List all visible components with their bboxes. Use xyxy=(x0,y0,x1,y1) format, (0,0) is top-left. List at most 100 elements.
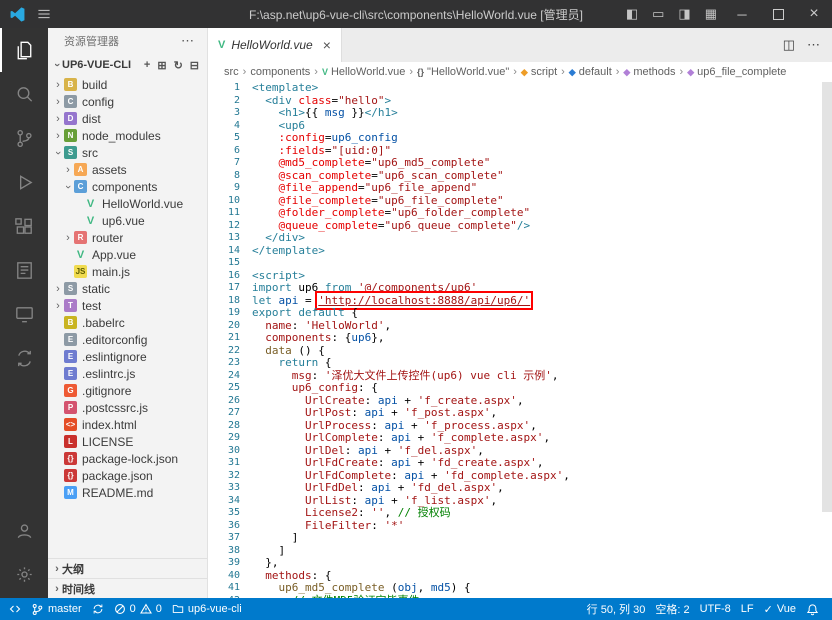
code-token: '' xyxy=(371,506,384,519)
tree-item-assets[interactable]: ›Aassets xyxy=(48,161,207,178)
tree-item-readme.md[interactable]: MREADME.md xyxy=(48,484,207,501)
tree-item-label: package.json xyxy=(82,469,153,483)
tree-item-test[interactable]: ›Ttest xyxy=(48,297,207,314)
tree-item-node_modules[interactable]: ›Nnode_modules xyxy=(48,127,207,144)
breadcrumb-item[interactable]: VHelloWorld.vue xyxy=(322,66,405,78)
tree-item-.eslintignore[interactable]: E.eslintignore xyxy=(48,348,207,365)
js-file-icon: JS xyxy=(74,265,87,278)
more-actions-icon[interactable]: ⋯ xyxy=(181,33,195,49)
git-branch-status[interactable]: master xyxy=(26,598,87,620)
outline-section[interactable]: › 大纲 xyxy=(48,558,207,578)
split-editor-icon[interactable]: ◫ xyxy=(783,37,795,53)
cursor-position[interactable]: 行 50, 列 30 xyxy=(582,598,651,620)
close-button[interactable]: × xyxy=(796,0,832,28)
tree-item-index.html[interactable]: <>index.html xyxy=(48,416,207,433)
tree-item-src[interactable]: ›Ssrc xyxy=(48,144,207,161)
tree-item-package-lock.json[interactable]: {}package-lock.json xyxy=(48,450,207,467)
tree-item-dist[interactable]: ›Ddist xyxy=(48,110,207,127)
code-token xyxy=(252,519,305,532)
error-count: 0 xyxy=(130,603,136,615)
sidebar-item-run-debug[interactable] xyxy=(0,160,48,204)
tab-helloworld-vue[interactable]: V HelloWorld.vue × xyxy=(208,28,342,62)
toggle-panel-icon[interactable]: ▭ xyxy=(645,0,671,28)
code-token: 'HelloWorld' xyxy=(305,319,384,332)
menu-icon[interactable] xyxy=(36,6,52,22)
new-file-icon[interactable]: + xyxy=(144,59,150,72)
tree-item-label: build xyxy=(82,78,107,92)
timeline-section[interactable]: › 时间线 xyxy=(48,578,207,598)
code-token: api xyxy=(378,394,398,407)
notifications-button[interactable] xyxy=(801,598,824,620)
code-token: msg xyxy=(325,106,345,119)
breadcrumb-item[interactable]: src xyxy=(224,66,239,78)
minimize-button[interactable]: ─ xyxy=(724,0,760,28)
vue-file-icon: V xyxy=(84,197,97,210)
customize-layout-icon[interactable]: ▦ xyxy=(698,0,724,28)
tree-item-.postcssrc.js[interactable]: P.postcssrc.js xyxy=(48,399,207,416)
account-button[interactable] xyxy=(0,508,48,552)
breadcrumb-item[interactable]: ◆script xyxy=(521,66,557,78)
sync-status[interactable] xyxy=(87,598,109,620)
language-mode[interactable]: ✓ Vue xyxy=(759,598,801,620)
code-text: </div> xyxy=(252,232,832,245)
maximize-button[interactable] xyxy=(760,0,796,28)
tree-item-.eslintrc.js[interactable]: E.eslintrc.js xyxy=(48,365,207,382)
code-token: <div xyxy=(265,94,298,107)
code-line-38[interactable]: 38 ] xyxy=(208,545,832,558)
breadcrumb-item[interactable]: ◆default xyxy=(569,66,612,78)
sidebar-item-sync[interactable] xyxy=(0,336,48,380)
sidebar-item-extensions[interactable] xyxy=(0,204,48,248)
editor-scrollbar[interactable] xyxy=(822,82,832,512)
sidebar-item-references[interactable] xyxy=(0,248,48,292)
line-number: 29 xyxy=(208,432,252,445)
tree-item-config[interactable]: ›Cconfig xyxy=(48,93,207,110)
editor-more-actions-icon[interactable]: ⋯ xyxy=(807,37,820,53)
sidebar-item-remote-explorer[interactable] xyxy=(0,292,48,336)
eol-status[interactable]: LF xyxy=(736,598,759,620)
settings-button[interactable] xyxy=(0,552,48,596)
breadcrumb-item[interactable]: components xyxy=(250,66,310,78)
tree-item-.gitignore[interactable]: G.gitignore xyxy=(48,382,207,399)
code-line-37[interactable]: 37 ] xyxy=(208,532,832,545)
project-name: up6-vue-cli xyxy=(188,603,242,615)
encoding-status[interactable]: UTF-8 xyxy=(695,598,736,620)
tree-item-build[interactable]: ›Bbuild xyxy=(48,76,207,93)
toggle-secondary-sidebar-icon[interactable]: ◨ xyxy=(671,0,697,28)
breadcrumb-item[interactable]: {}"HelloWorld.vue" xyxy=(417,66,509,78)
new-folder-icon[interactable]: ⊞ xyxy=(157,59,166,72)
sidebar-item-search[interactable] xyxy=(0,72,48,116)
code-line-14[interactable]: 14</template> xyxy=(208,245,832,258)
code-editor[interactable]: 1<template>2 <div class="hello">3 <h1>{{… xyxy=(208,82,832,598)
project-status[interactable]: up6-vue-cli xyxy=(167,598,247,620)
code-token: , xyxy=(537,456,544,469)
sidebar-item-source-control[interactable] xyxy=(0,116,48,160)
tree-item-app.vue[interactable]: VApp.vue xyxy=(48,246,207,263)
folder-assets-icon: A xyxy=(74,163,87,176)
tree-item-components[interactable]: ›Ccomponents xyxy=(48,178,207,195)
sidebar-item-explorer[interactable] xyxy=(0,28,48,72)
tree-item-license[interactable]: LLICENSE xyxy=(48,433,207,450)
tree-item-package.json[interactable]: {}package.json xyxy=(48,467,207,484)
code-line-36[interactable]: 36 FileFilter: '*' xyxy=(208,520,832,533)
close-tab-icon[interactable]: × xyxy=(323,37,331,53)
tree-item-router[interactable]: ›Rrouter xyxy=(48,229,207,246)
chevron-right-icon: › xyxy=(53,300,63,312)
code-token: , xyxy=(497,481,504,494)
line-number: 40 xyxy=(208,570,252,583)
tree-item-.babelrc[interactable]: B.babelrc xyxy=(48,314,207,331)
toggle-sidebar-icon[interactable]: ◧ xyxy=(619,0,645,28)
tree-item-up6.vue[interactable]: Vup6.vue xyxy=(48,212,207,229)
tree-item-main.js[interactable]: JSmain.js xyxy=(48,263,207,280)
tree-item-helloworld.vue[interactable]: VHelloWorld.vue xyxy=(48,195,207,212)
refresh-explorer-icon[interactable]: ↻ xyxy=(174,59,183,72)
remote-indicator[interactable] xyxy=(4,598,26,620)
workspace-root[interactable]: › UP6-VUE-CLI + ⊞ ↻ ⊟ xyxy=(48,54,207,76)
tree-item-static[interactable]: ›Sstatic xyxy=(48,280,207,297)
collapse-folders-icon[interactable]: ⊟ xyxy=(190,59,199,72)
code-token: UrlList xyxy=(305,494,351,507)
indentation-status[interactable]: 空格: 2 xyxy=(650,598,694,620)
breadcrumb-item[interactable]: ◆methods xyxy=(623,66,675,78)
tree-item-.editorconfig[interactable]: E.editorconfig xyxy=(48,331,207,348)
breadcrumb-item[interactable]: ◆up6_file_complete xyxy=(687,66,786,78)
problems-status[interactable]: 0 0 xyxy=(109,598,167,620)
